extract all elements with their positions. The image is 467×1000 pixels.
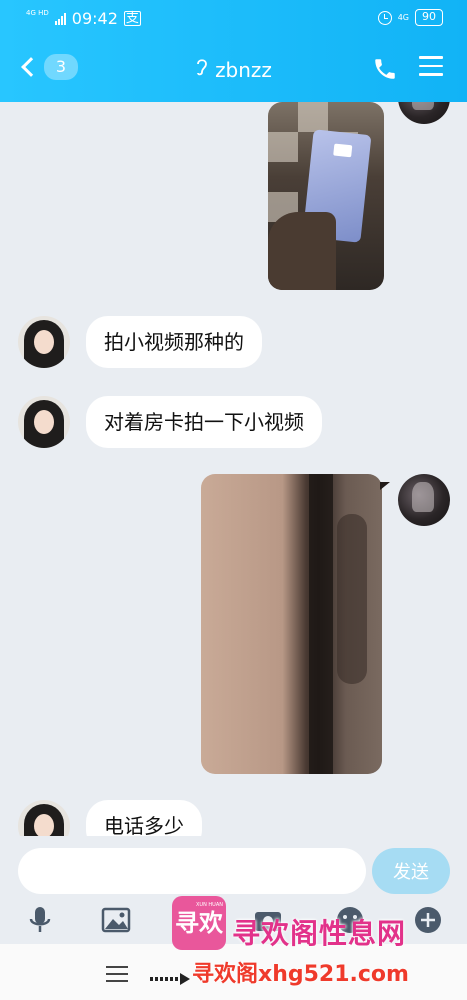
status-time: 09:42 bbox=[71, 9, 118, 28]
phone-icon bbox=[375, 59, 395, 79]
my-avatar[interactable] bbox=[398, 102, 450, 124]
watermark-title: 寻欢阁性息网 bbox=[232, 917, 407, 950]
contact-avatar[interactable] bbox=[18, 316, 70, 368]
status-right: 4G 90 bbox=[377, 9, 443, 26]
chat-history[interactable]: 拍小视频那种的 对着房卡拍一下小视频 电话多少 bbox=[0, 102, 467, 836]
voice-call-button[interactable] bbox=[372, 56, 398, 82]
message-bubble[interactable]: 对着房卡拍一下小视频 bbox=[86, 396, 322, 448]
alipay-icon: 支 bbox=[123, 11, 141, 26]
my-avatar[interactable] bbox=[398, 474, 450, 526]
contact-name: zbnzz bbox=[215, 58, 272, 82]
video-message[interactable] bbox=[201, 474, 382, 774]
watermark-logo: XUN HUAN 寻欢 bbox=[172, 896, 226, 950]
watermark-url: 寻欢阁xhg521.com bbox=[192, 962, 409, 987]
status-bar: 4G HD 09:42 支 4G 90 bbox=[0, 0, 467, 36]
image-icon[interactable] bbox=[100, 904, 132, 936]
bubble-tail bbox=[380, 482, 390, 490]
message-bubble[interactable]: 电话多少 bbox=[86, 800, 202, 836]
contact-avatar[interactable] bbox=[18, 396, 70, 448]
battery-indicator: 90 bbox=[415, 9, 443, 26]
send-button[interactable]: 发送 bbox=[372, 848, 450, 894]
plus-icon[interactable] bbox=[412, 904, 444, 936]
network-type: 4G HD bbox=[26, 9, 49, 17]
image-message[interactable] bbox=[268, 102, 384, 290]
top-header: 4G HD 09:42 支 4G 90 3 zbnzz bbox=[0, 0, 467, 102]
microphone-icon[interactable] bbox=[24, 904, 56, 936]
ear-icon bbox=[195, 57, 209, 82]
message-bubble[interactable]: 拍小视频那种的 bbox=[86, 316, 262, 368]
alarm-icon bbox=[377, 10, 392, 25]
chat-menu-button[interactable] bbox=[419, 56, 443, 80]
status-left: 4G HD 09:42 支 bbox=[26, 9, 141, 28]
message-input[interactable] bbox=[18, 848, 366, 894]
menu-icon bbox=[419, 56, 443, 76]
contact-avatar[interactable] bbox=[18, 800, 70, 836]
signal-4g-icon: 4G bbox=[397, 13, 409, 22]
recent-apps-icon[interactable] bbox=[106, 966, 128, 982]
signal-icon bbox=[54, 12, 66, 25]
home-gesture-icon[interactable] bbox=[150, 970, 190, 985]
